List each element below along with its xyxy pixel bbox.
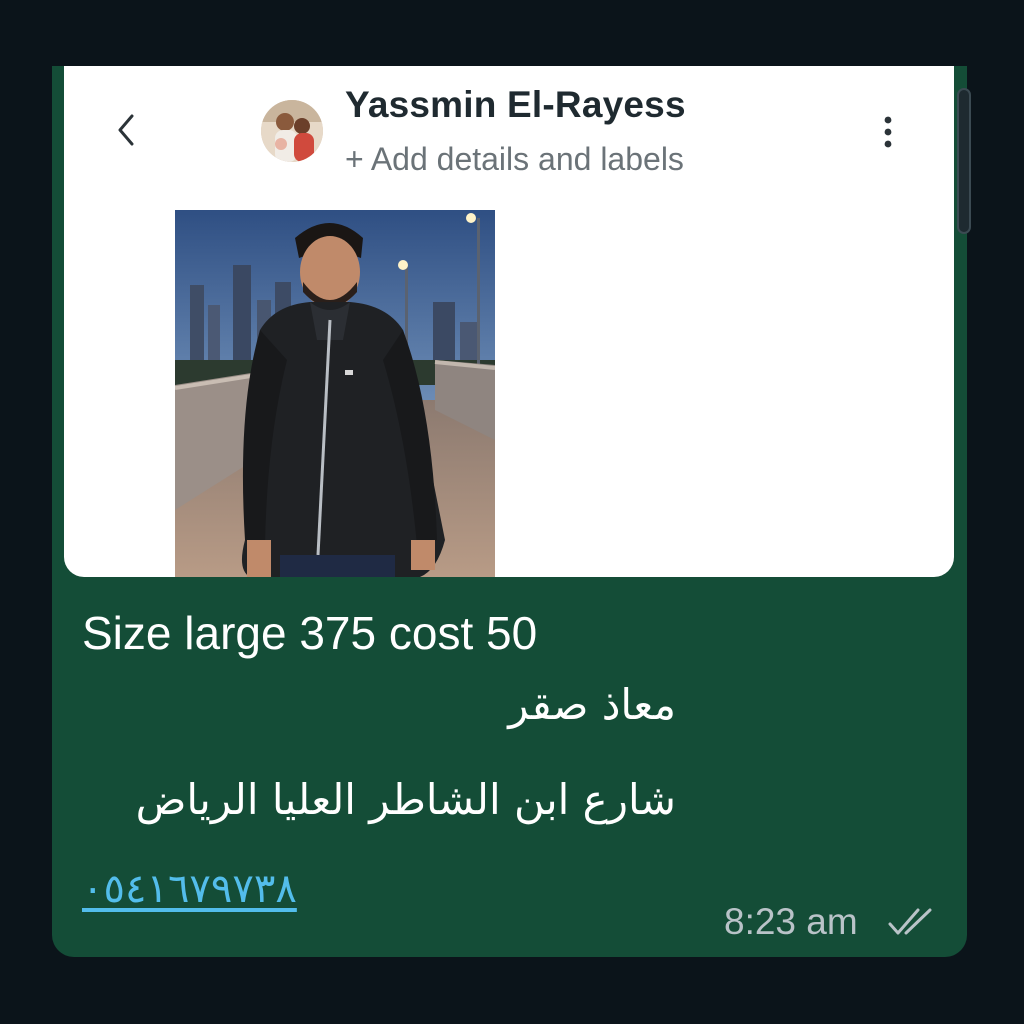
more-vertical-icon: [884, 116, 892, 148]
message-line-name: معاذ صقر: [508, 680, 676, 729]
phone-number-link[interactable]: ٠٥٤١٦٧٩٧٣٨: [82, 866, 297, 912]
message-timestamp: 8:23 am: [724, 901, 858, 942]
product-photo[interactable]: [175, 210, 495, 577]
message-line-address: شارع ابن الشاطر العليا الرياض: [135, 775, 676, 824]
more-options-button[interactable]: [868, 110, 908, 154]
add-details-link[interactable]: + Add details and labels: [345, 141, 684, 178]
double-check-icon: [888, 908, 932, 935]
message-line-size: Size large 375 cost 50: [82, 607, 538, 659]
scrollbar[interactable]: [957, 88, 971, 234]
chevron-left-icon: [118, 114, 134, 146]
contact-name[interactable]: Yassmin El-Rayess: [345, 84, 686, 126]
avatar[interactable]: [261, 100, 323, 162]
back-button[interactable]: [104, 108, 148, 152]
